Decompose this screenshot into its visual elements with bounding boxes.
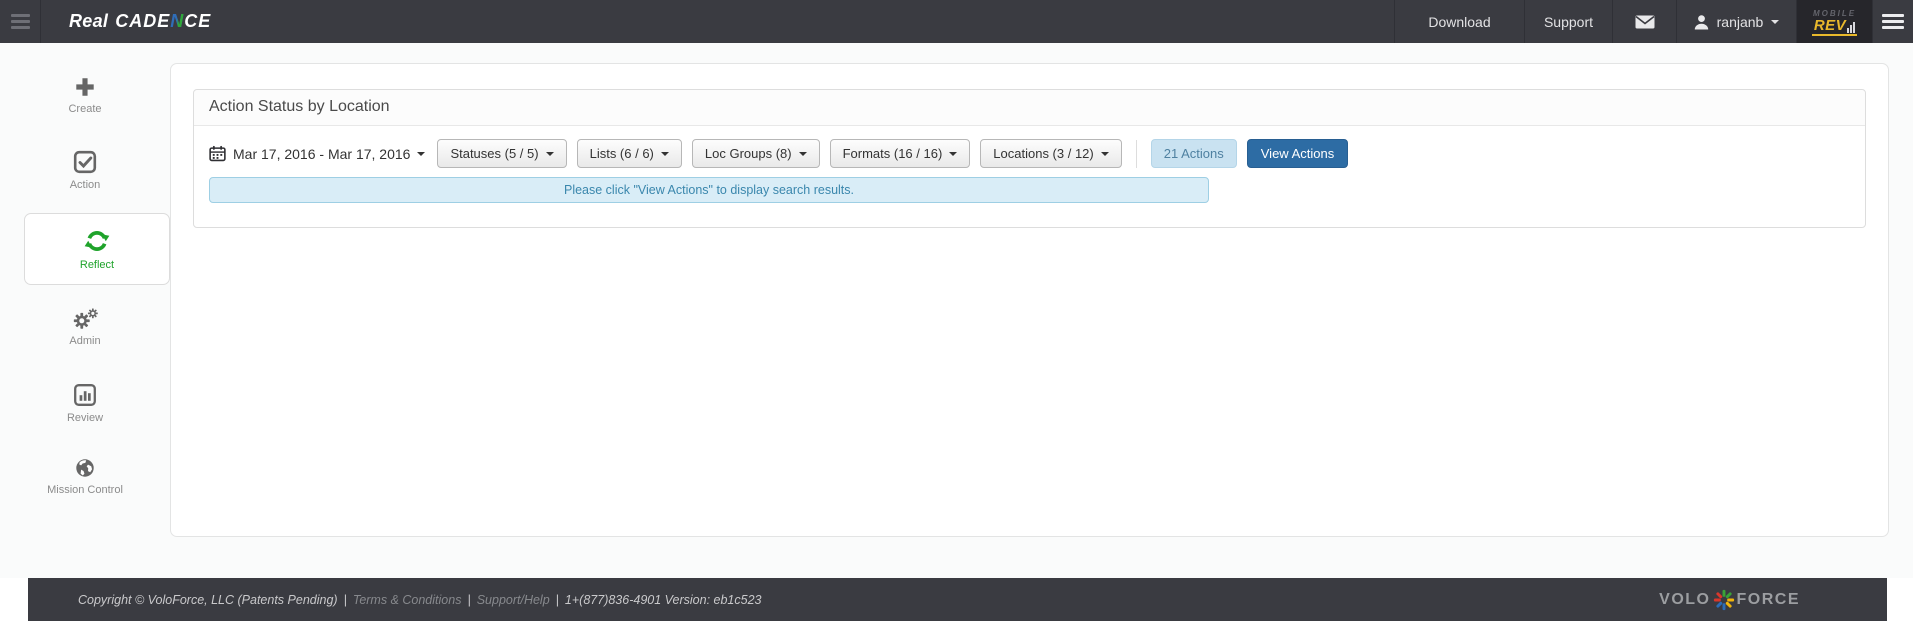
formats-dropdown[interactable]: Formats (16 / 16) [830,139,971,168]
sidebar-toggle-button[interactable] [0,0,41,43]
nav-messages[interactable] [1612,0,1676,43]
action-status-panel: Action Status by Location [193,89,1866,228]
bar-chart-icon [73,383,97,407]
hamburger-icon [11,14,30,29]
divider: | [467,593,470,607]
date-range-value: Mar 17, 2016 - Mar 17, 2016 [233,146,410,162]
hamburger-icon [1882,14,1904,29]
info-message: Please click "View Actions" to display s… [209,177,1209,203]
voloforce-logo: VOLO FORCE [1659,589,1800,611]
filter-toolbar: Mar 17, 2016 - Mar 17, 2016 Statuses (5 … [209,139,1850,168]
sidebar-item-create[interactable]: Create [0,67,170,123]
navbar-left: Real CADENNCE [0,0,1394,43]
nav-download[interactable]: Download [1394,0,1524,43]
sidebar-item-mission-control[interactable]: Mission Control [0,448,170,504]
checkbox-icon [73,150,97,174]
user-menu[interactable]: ranjanb [1676,0,1796,43]
sidebar-item-label: Mission Control [47,484,123,496]
brand-real: Real [69,11,108,32]
calendar-icon [209,145,226,162]
nav-download-label: Download [1428,14,1490,30]
chevron-down-icon [799,152,807,156]
user-icon [1694,14,1709,30]
chevron-down-icon [546,152,554,156]
refresh-icon [84,228,110,254]
divider: | [344,593,347,607]
sidebar-item-review[interactable]: Review [0,375,170,431]
sidebar-item-action[interactable]: Action [0,142,170,198]
chevron-down-icon [949,152,957,156]
brand-cadence: CADENNCE [115,11,211,32]
username-label: ranjanb [1717,14,1764,30]
sidebar-item-label: Action [70,179,101,191]
sidebar: Create Action Reflect [0,43,170,578]
sidebar-item-reflect[interactable]: Reflect [24,213,170,285]
actions-count-badge: 21 Actions [1151,139,1237,168]
locations-dropdown[interactable]: Locations (3 / 12) [980,139,1121,168]
date-range-picker[interactable]: Mar 17, 2016 - Mar 17, 2016 [209,145,427,162]
chevron-down-icon [417,152,425,156]
sidebar-item-label: Create [68,103,101,115]
content-area: Create Action Reflect [0,43,1913,578]
plus-icon [74,76,96,98]
support-help-link[interactable]: Support/Help [477,593,550,607]
chevron-down-icon [1101,152,1109,156]
envelope-icon [1635,15,1655,29]
chevron-down-icon [1771,20,1779,24]
copyright-text: Copyright © VoloForce, LLC (Patents Pend… [78,593,338,607]
page-title: Action Status by Location [194,90,1865,126]
view-actions-button[interactable]: View Actions [1247,139,1348,168]
globe-icon [74,457,96,479]
rev-bars-icon [1847,22,1855,33]
navbar-right: Download Support ranjanb MOBILE REV [1394,0,1913,43]
pinwheel-icon [1713,589,1735,611]
phone-version-text: 1+(877)836-4901 Version: eb1c523 [565,593,762,607]
footer-text: Copyright © VoloForce, LLC (Patents Pend… [78,593,761,607]
options-menu-button[interactable] [1872,0,1913,43]
panel-body: Mar 17, 2016 - Mar 17, 2016 Statuses (5 … [194,126,1865,227]
statuses-dropdown[interactable]: Statuses (5 / 5) [437,139,566,168]
app-logo[interactable]: Real CADENNCE [69,0,211,43]
lists-dropdown[interactable]: Lists (6 / 6) [577,139,682,168]
gears-icon [71,306,99,330]
sidebar-item-label: Review [67,412,103,424]
chevron-down-icon [661,152,669,156]
sidebar-item-admin[interactable]: Admin [0,298,170,354]
footer: Copyright © VoloForce, LLC (Patents Pend… [28,578,1887,621]
top-navbar: Real CADENNCE Download Support ranjanb M… [0,0,1913,43]
mobile-rev-line2: REV [1812,19,1857,36]
terms-link[interactable]: Terms & Conditions [353,593,462,607]
nav-support[interactable]: Support [1524,0,1612,43]
sidebar-item-label: Admin [69,335,100,347]
main-card: Action Status by Location [170,63,1889,537]
mobile-rev-logo: MOBILE REV [1796,0,1872,43]
divider: | [556,593,559,607]
divider [1136,140,1137,168]
loc-groups-dropdown[interactable]: Loc Groups (8) [692,139,820,168]
nav-support-label: Support [1544,14,1593,30]
sidebar-item-label: Reflect [80,259,114,271]
